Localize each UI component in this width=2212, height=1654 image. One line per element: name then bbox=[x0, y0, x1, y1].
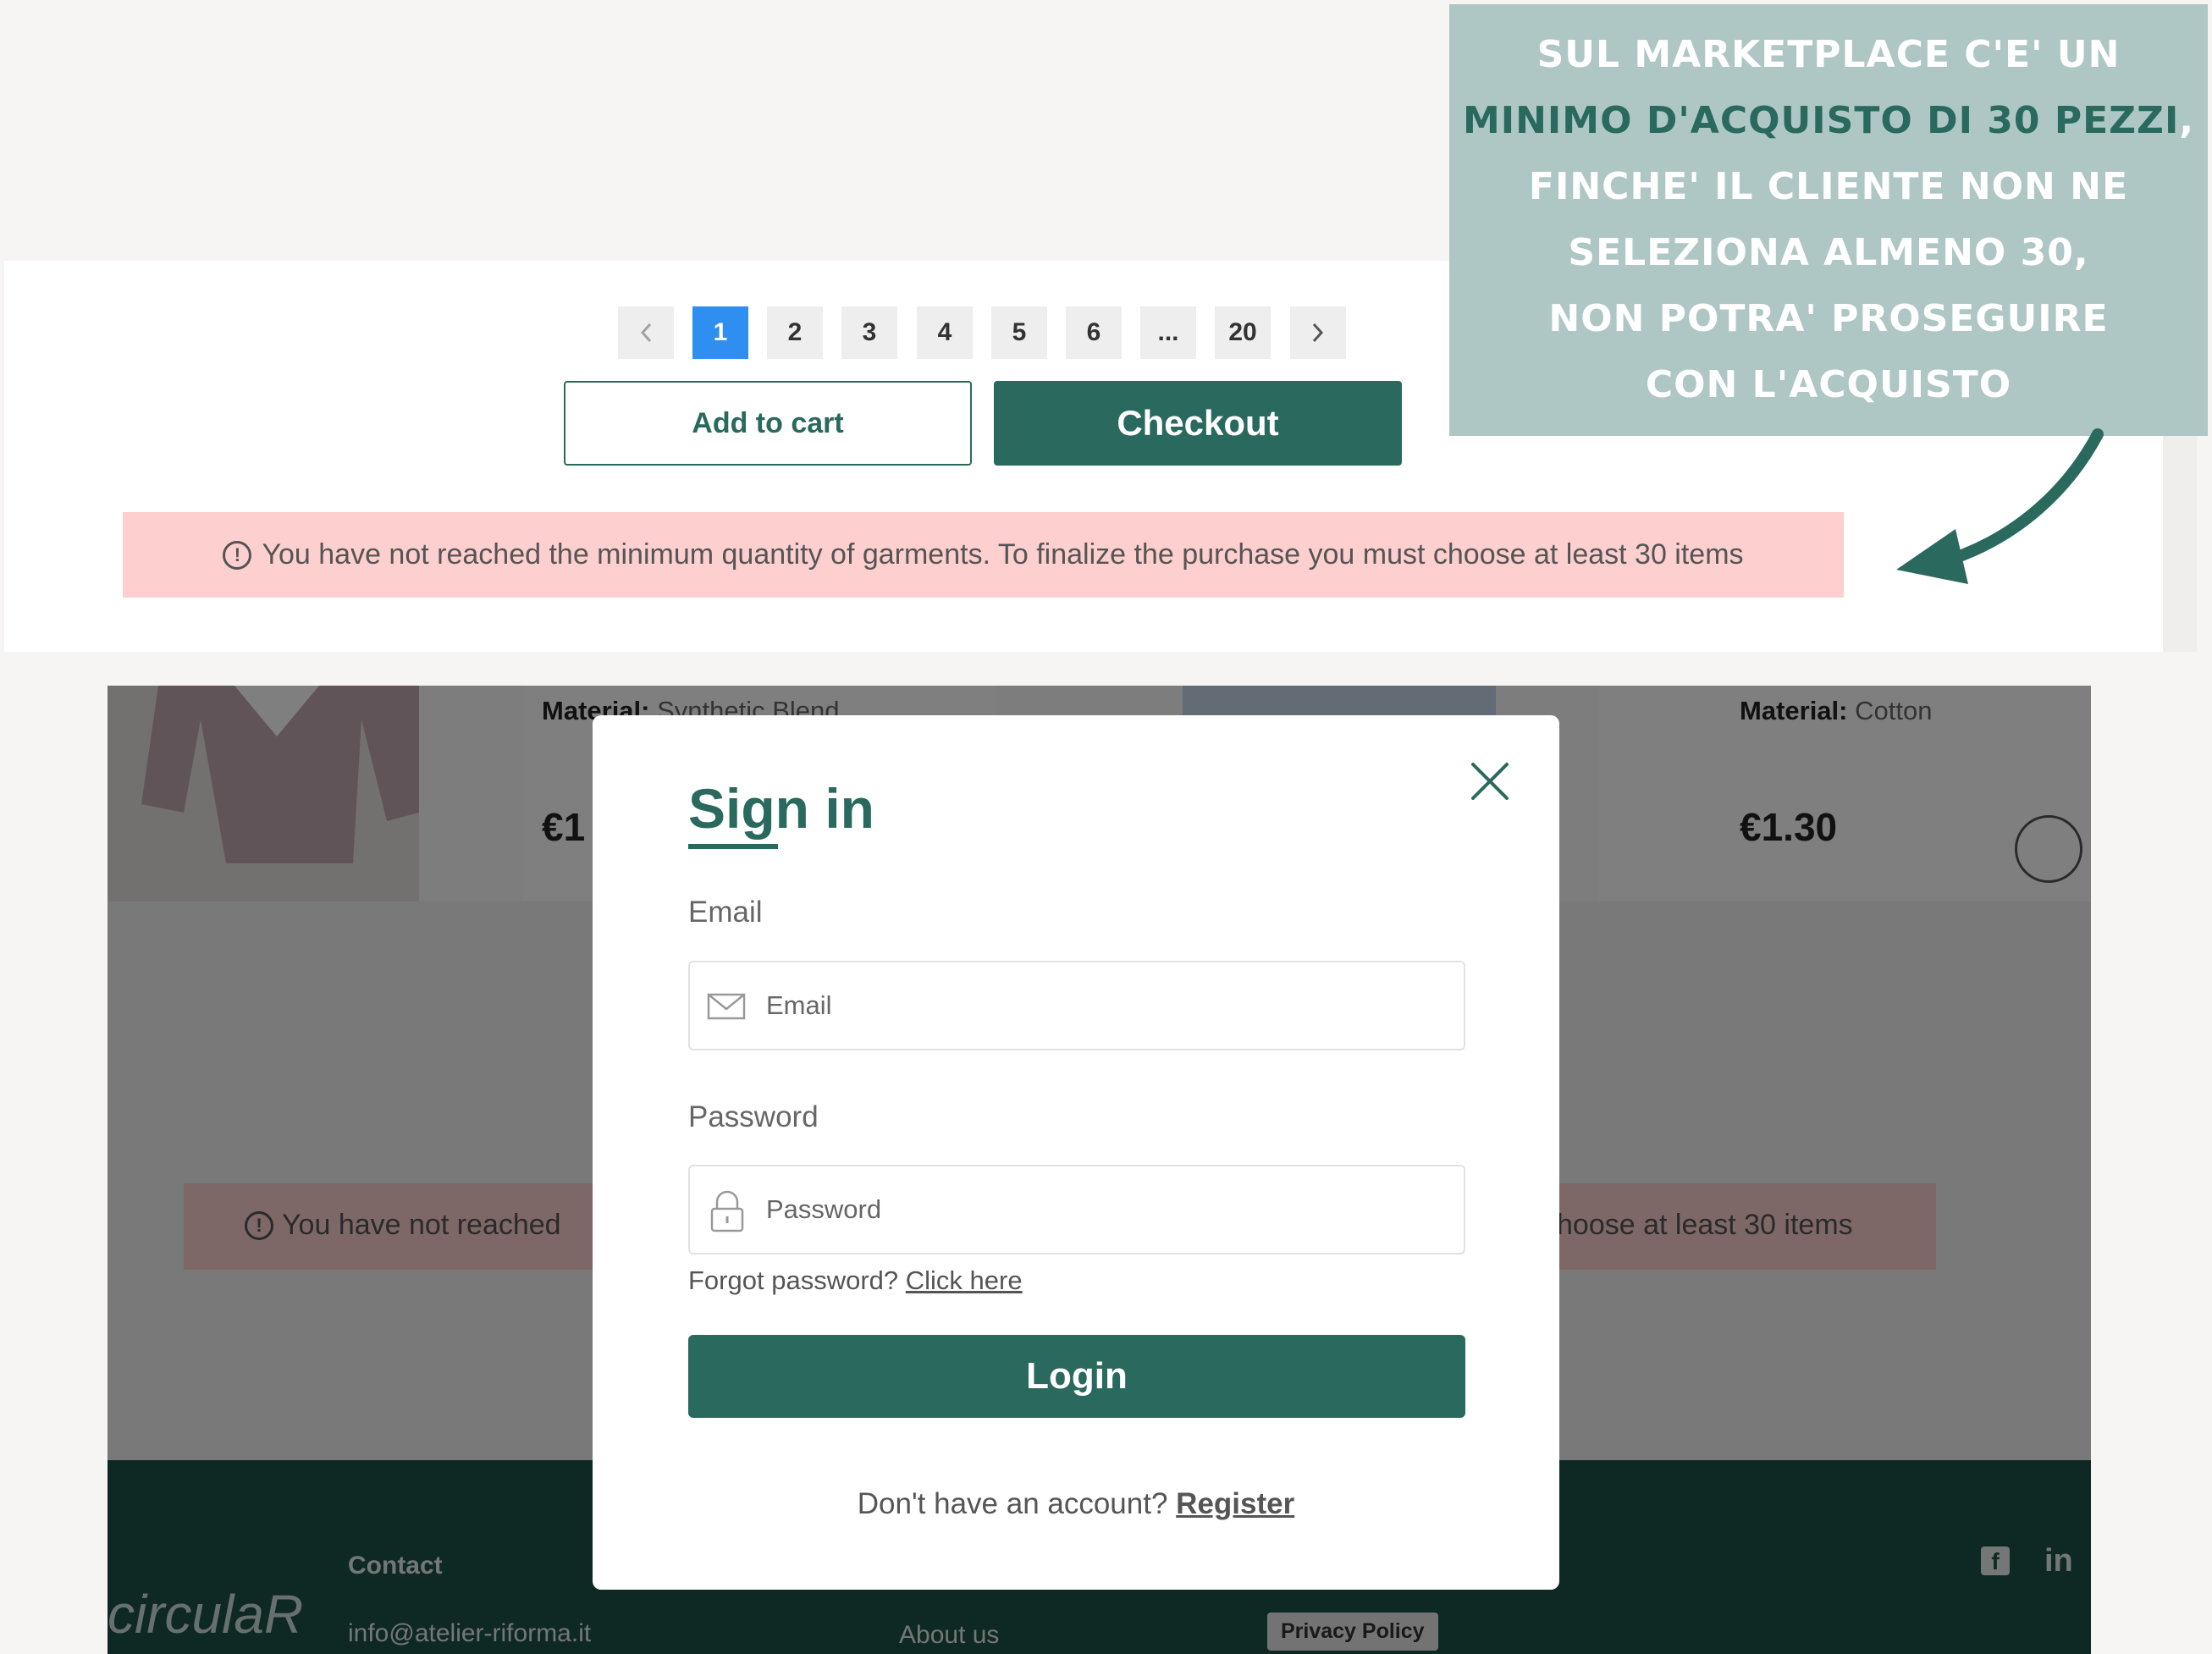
password-input[interactable] bbox=[766, 1183, 1443, 1236]
chevron-right-icon bbox=[1312, 323, 1324, 343]
add-to-cart-button[interactable]: Add to cart bbox=[564, 381, 972, 466]
forgot-password: Forgot password? Click here bbox=[688, 1265, 1023, 1296]
minimum-quantity-warning: ! You have not reached the minimum quant… bbox=[123, 512, 1844, 598]
pagination-page-2[interactable]: 2 bbox=[767, 306, 823, 359]
pagination-next-button[interactable] bbox=[1290, 306, 1346, 359]
annotation-line-1: SUL MARKETPLACE C'E' UN bbox=[1536, 33, 2121, 76]
pagination-prev-button[interactable] bbox=[618, 306, 674, 359]
email-input[interactable] bbox=[766, 979, 1443, 1032]
alert-circle-icon: ! bbox=[223, 540, 252, 570]
annotation-line-4: SELEZIONA ALMENO 30, bbox=[1568, 231, 2089, 274]
chevron-left-icon bbox=[640, 323, 652, 343]
forgot-password-link[interactable]: Click here bbox=[906, 1265, 1023, 1295]
mail-icon bbox=[707, 993, 746, 1020]
annotation-line-2-text: MINIMO D'ACQUISTO DI 30 PEZZI bbox=[1462, 99, 2180, 142]
close-icon bbox=[1471, 763, 1509, 800]
pagination-ellipsis[interactable]: ... bbox=[1140, 306, 1196, 359]
forgot-password-text: Forgot password? bbox=[688, 1265, 899, 1295]
register-prompt-text: Don't have an account? bbox=[857, 1487, 1168, 1520]
email-field[interactable] bbox=[688, 961, 1465, 1050]
close-button[interactable] bbox=[1465, 756, 1515, 807]
pagination-page-6[interactable]: 6 bbox=[1066, 306, 1122, 359]
pagination-page-5[interactable]: 5 bbox=[991, 306, 1047, 359]
pagination-page-4[interactable]: 4 bbox=[917, 306, 973, 359]
checkout-button[interactable]: Checkout bbox=[994, 381, 1402, 466]
login-button[interactable]: Login bbox=[688, 1335, 1465, 1418]
annotation-line-2: MINIMO D'ACQUISTO DI 30 PEZZI, bbox=[1463, 88, 2194, 154]
register-link[interactable]: Register bbox=[1176, 1487, 1294, 1520]
title-underline bbox=[688, 844, 778, 849]
curved-arrow-icon bbox=[1896, 428, 2104, 584]
email-label: Email bbox=[688, 896, 763, 929]
annotation-line-2-comma: , bbox=[2179, 99, 2195, 142]
lock-icon bbox=[710, 1190, 744, 1232]
password-field[interactable] bbox=[688, 1165, 1465, 1254]
pagination-page-1[interactable]: 1 bbox=[692, 306, 748, 359]
register-prompt: Don't have an account? Register bbox=[593, 1487, 1559, 1521]
annotation-line-3: FINCHE' IL CLIENTE NON NE bbox=[1528, 165, 2129, 208]
annotation-line-6: CON L'ACQUISTO bbox=[1645, 363, 2012, 406]
sign-in-modal: Sign in Email Password Forgot password? … bbox=[593, 715, 1559, 1590]
annotation-line-5: NON POTRA' PROSEGUIRE bbox=[1548, 297, 2109, 340]
pagination-page-3[interactable]: 3 bbox=[841, 306, 897, 359]
modal-title: Sign in bbox=[688, 777, 874, 840]
pagination-page-20[interactable]: 20 bbox=[1215, 306, 1271, 359]
warning-text: You have not reached the minimum quantit… bbox=[262, 538, 1744, 571]
password-label: Password bbox=[688, 1100, 819, 1133]
annotation-callout: SUL MARKETPLACE C'E' UN MINIMO D'ACQUIST… bbox=[1449, 4, 2208, 436]
